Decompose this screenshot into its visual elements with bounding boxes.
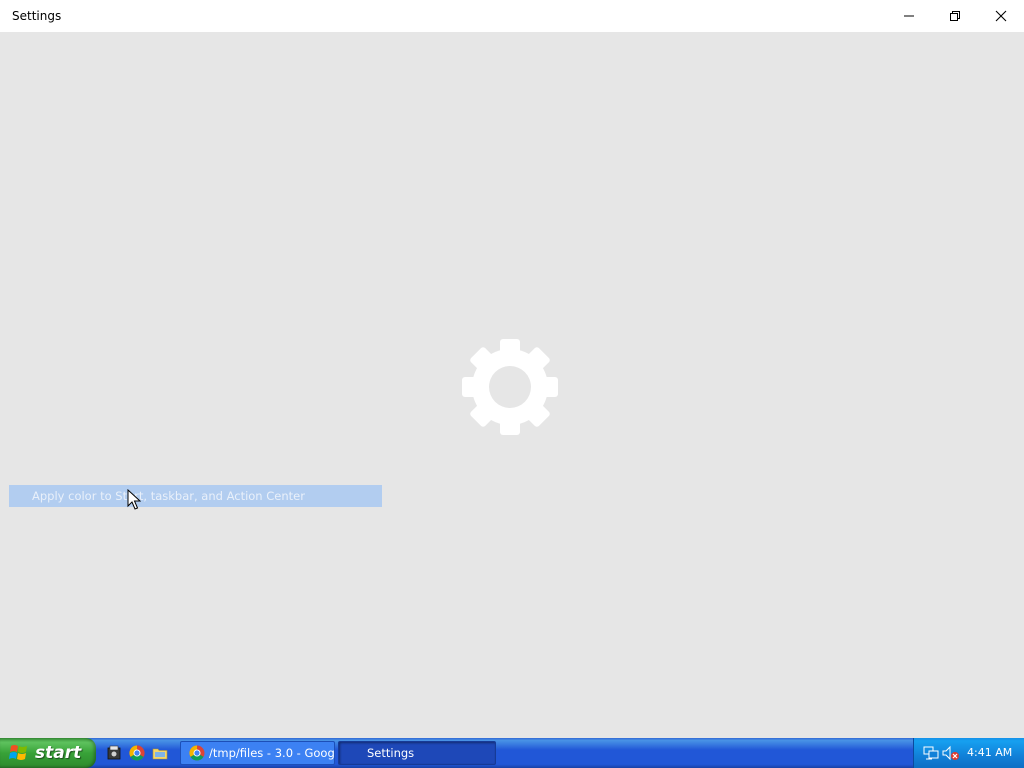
quick-launch (104, 743, 170, 763)
chrome-icon[interactable] (127, 743, 147, 763)
taskbar-button-label: Settings (367, 746, 415, 760)
clock[interactable]: 4:41 AM (967, 746, 1012, 759)
taskbar-button-label: /tmp/files - 3.0 - Googl... (209, 746, 335, 760)
restore-button[interactable] (932, 0, 978, 32)
minimize-button[interactable] (886, 0, 932, 32)
chrome-icon (189, 745, 205, 761)
taskbar-button-settings[interactable]: Settings (338, 741, 496, 765)
volume-muted-icon[interactable] (942, 745, 960, 761)
restore-icon (950, 11, 960, 21)
network-icon[interactable] (923, 745, 941, 761)
settings-window: Settings Apply color to Start, taskbar, … (0, 0, 1024, 738)
apply-color-option[interactable]: Apply color to Start, taskbar, and Actio… (9, 485, 382, 507)
title-bar[interactable]: Settings (0, 0, 1024, 32)
taskbar: start /tmp/files - 3.0 - Googl... Settin… (0, 738, 1024, 768)
start-button[interactable]: start (0, 738, 96, 768)
folder-icon[interactable] (150, 743, 170, 763)
settings-content: Apply color to Start, taskbar, and Actio… (0, 32, 1024, 738)
media-icon[interactable] (104, 743, 124, 763)
system-tray: 4:41 AM (913, 738, 1024, 768)
gear-icon (462, 339, 558, 435)
apply-color-label: Apply color to Start, taskbar, and Actio… (32, 489, 305, 503)
taskbar-button-chrome[interactable]: /tmp/files - 3.0 - Googl... (180, 741, 335, 765)
close-icon (995, 10, 1007, 22)
windows-logo-icon (9, 745, 27, 760)
window-title: Settings (12, 9, 62, 23)
minimize-icon (904, 15, 914, 17)
mouse-cursor-icon (127, 489, 141, 510)
start-label: start (35, 743, 82, 763)
close-button[interactable] (978, 0, 1024, 32)
